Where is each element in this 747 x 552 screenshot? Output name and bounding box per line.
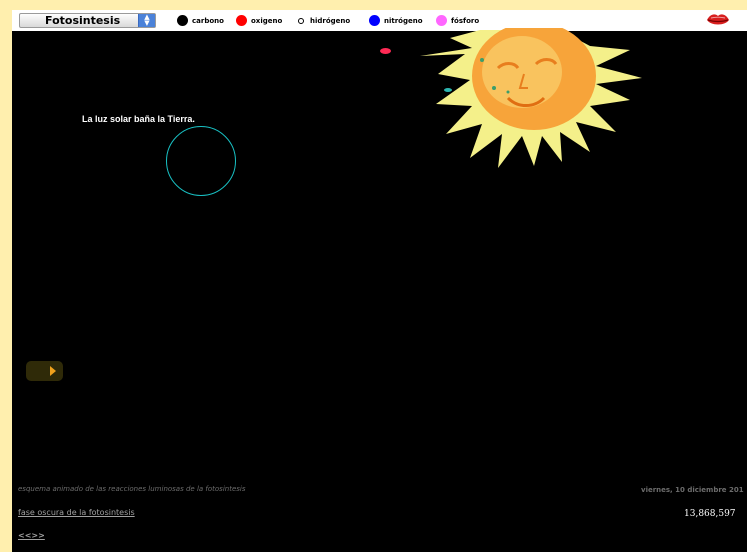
animation-stage: Fotosintesis ▲ ▼ carbono oxigeno hidrógen… <box>12 10 747 552</box>
legend-label: nitrógeno <box>384 16 423 25</box>
play-icon <box>50 366 56 376</box>
legend-fosforo: fósforo <box>436 13 479 28</box>
oxygen-particle <box>380 48 391 54</box>
legend-oxigeno: oxigeno <box>236 13 282 28</box>
hydrogen-dot-icon <box>298 17 304 24</box>
legend-label: oxigeno <box>251 16 283 25</box>
navigation-link[interactable]: <<>> <box>18 531 45 540</box>
legend-hidrogeno: hidrógeno <box>298 13 350 28</box>
visit-counter: 13,868,597 <box>684 509 736 519</box>
carbon-dot-icon <box>177 15 188 26</box>
oxygen-dot-icon <box>236 15 247 26</box>
dark-phase-link[interactable]: fase oscura de la fotosintesis <box>18 508 135 517</box>
legend-label: fósforo <box>451 16 480 25</box>
sun-illustration <box>420 28 642 168</box>
play-button[interactable] <box>26 361 63 381</box>
select-arrows-icon: ▲ ▼ <box>138 14 155 27</box>
legend-label: hidrógeno <box>310 16 351 25</box>
topic-select-value: Fotosintesis <box>45 14 121 27</box>
legend-label: carbono <box>192 16 224 25</box>
scene-caption: La luz solar baña la Tierra. <box>82 114 195 124</box>
phosphorus-dot-icon <box>436 15 447 26</box>
legend-nitrogeno: nitrógeno <box>369 13 423 28</box>
animation-description: esquema animado de las reacciones lumino… <box>18 485 246 493</box>
legend-carbono: carbono <box>177 13 224 28</box>
topic-select[interactable]: Fotosintesis ▲ ▼ <box>19 13 156 28</box>
nitrogen-dot-icon <box>369 15 380 26</box>
lips-icon[interactable] <box>706 12 730 29</box>
current-date: viernes, 10 diciembre 201 <box>641 486 744 494</box>
earth-circle <box>166 126 236 196</box>
